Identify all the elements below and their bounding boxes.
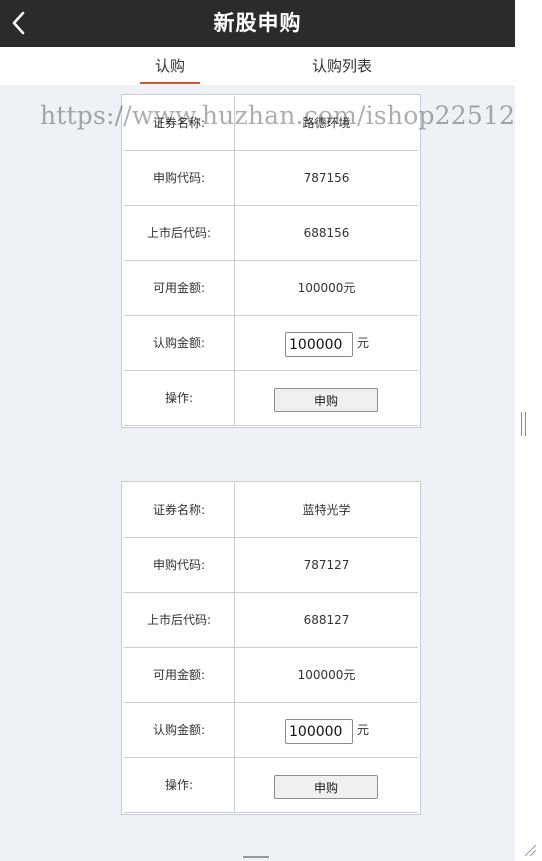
row-listed-code: 上市后代码: 688127 [124, 593, 418, 648]
available-amount-value: 100000元 [297, 281, 356, 295]
subscribe-amount-input[interactable] [285, 719, 353, 744]
available-amount-value: 100000元 [297, 668, 356, 682]
security-name-label: 证券名称: [124, 483, 235, 537]
app-screen: 新股申购 认购 认购列表 https://www.huzhan.com/isho… [0, 0, 515, 861]
action-cell: 申购 [235, 758, 418, 812]
page-title: 新股申购 [213, 11, 302, 35]
currency-unit: 元 [357, 336, 370, 350]
security-name-value: 路德环境 [302, 116, 351, 130]
row-subscription-code: 申购代码: 787127 [124, 538, 418, 593]
subscribe-amount-cell: 元 [235, 703, 418, 757]
row-available-amount: 可用金额: 100000元 [124, 261, 418, 316]
row-security-name: 证券名称: 路德环境 [124, 96, 418, 151]
row-action: 操作: 申购 [124, 371, 418, 426]
pane-splitter-handle[interactable] [521, 412, 527, 436]
tab-bar: 认购 认购列表 [0, 47, 515, 85]
row-subscribe-amount: 认购金额: 元 [124, 703, 418, 758]
subscribe-amount-input[interactable] [285, 332, 353, 357]
subscribe-button[interactable]: 申购 [274, 388, 378, 412]
action-cell: 申购 [235, 371, 418, 425]
currency-unit: 元 [357, 723, 370, 737]
subscription-card: 证券名称: 路德环境 申购代码: 787156 上市后代码: 688156 可用… [121, 94, 421, 428]
action-label: 操作: [124, 371, 235, 425]
row-action: 操作: 申购 [124, 758, 418, 813]
listed-code-value: 688156 [303, 226, 350, 240]
security-name-value: 蓝特光学 [302, 503, 351, 517]
subscribe-button[interactable]: 申购 [274, 775, 378, 799]
subscription-card: 证券名称: 蓝特光学 申购代码: 787127 上市后代码: 688127 可用… [121, 481, 421, 815]
subscription-code-label: 申购代码: [124, 538, 235, 592]
header-bar: 新股申购 [0, 0, 515, 47]
subscription-code-value: 787127 [303, 558, 350, 572]
security-name-label: 证券名称: [124, 96, 235, 150]
available-amount-label: 可用金额: [124, 648, 235, 702]
subscribe-amount-label: 认购金额: [124, 703, 235, 757]
subscribe-amount-label: 认购金额: [124, 316, 235, 370]
row-subscribe-amount: 认购金额: 元 [124, 316, 418, 371]
subscribe-amount-cell: 元 [235, 316, 418, 370]
row-available-amount: 可用金额: 100000元 [124, 648, 418, 703]
available-amount-label: 可用金额: [124, 261, 235, 315]
row-security-name: 证券名称: 蓝特光学 [124, 483, 418, 538]
subscription-code-label: 申购代码: [124, 151, 235, 205]
row-subscription-code: 申购代码: 787156 [124, 151, 418, 206]
listed-code-label: 上市后代码: [124, 206, 235, 260]
action-label: 操作: [124, 758, 235, 812]
listed-code-value: 688127 [303, 613, 350, 627]
listed-code-label: 上市后代码: [124, 593, 235, 647]
tab-subscribe[interactable]: 认购 [140, 47, 200, 85]
bottom-grip-handle[interactable] [243, 856, 269, 858]
resize-grip-icon[interactable] [523, 843, 537, 857]
tab-subscription-list[interactable]: 认购列表 [300, 47, 384, 85]
subscription-code-value: 787156 [303, 171, 350, 185]
row-listed-code: 上市后代码: 688156 [124, 206, 418, 261]
active-tab-indicator [140, 82, 200, 84]
